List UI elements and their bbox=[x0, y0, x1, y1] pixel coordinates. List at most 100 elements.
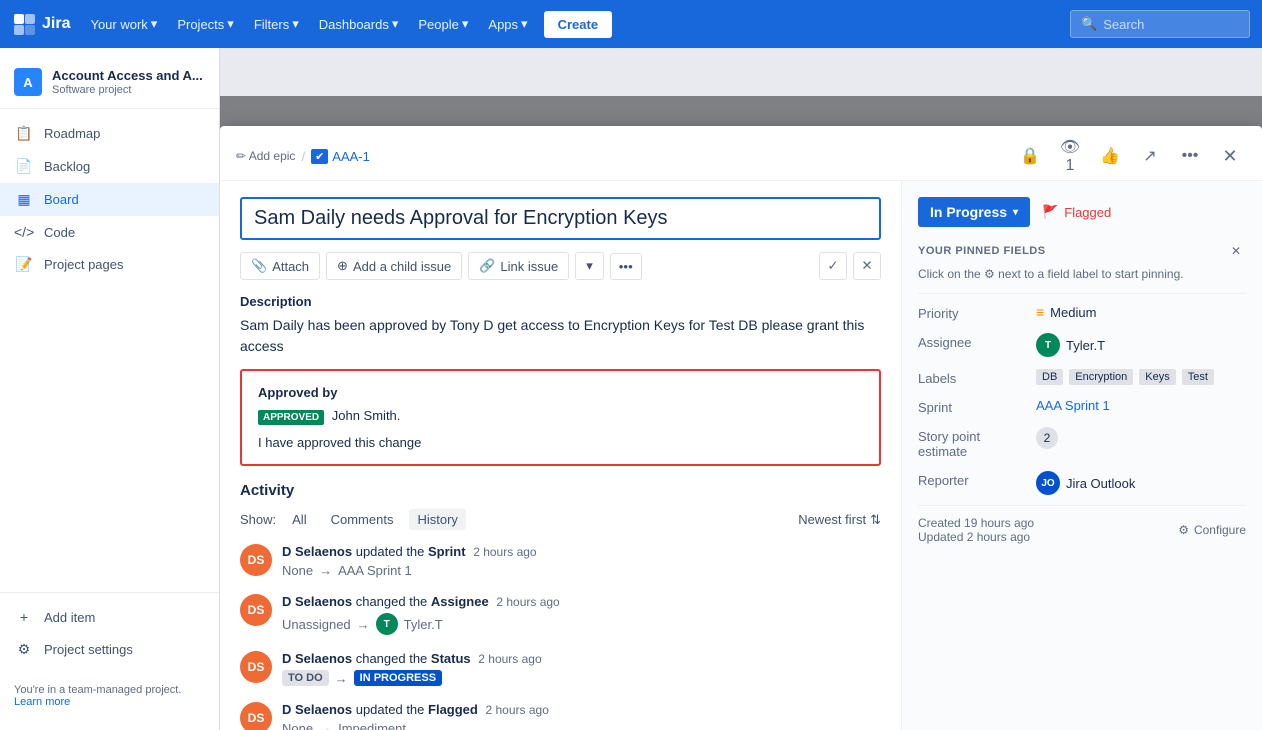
modal-body: 📎 Attach ⊕ Add a child issue 🔗 Link issu… bbox=[220, 181, 1262, 730]
activity-item: DS D Selaenos changed the Status 2 hours… bbox=[240, 651, 881, 686]
configure-button[interactable]: ⚙ Configure bbox=[1178, 523, 1246, 537]
pinned-fields-hint: Click on the ⚙ next to a field label to … bbox=[918, 267, 1246, 281]
labels-value: DB Encryption Keys Test bbox=[1036, 369, 1246, 385]
activity-content: D Selaenos changed the Assignee 2 hours … bbox=[282, 594, 881, 635]
activity-detail: TO DO → IN PROGRESS bbox=[282, 670, 881, 686]
field-row-reporter: Reporter JO Jira Outlook bbox=[918, 465, 1246, 501]
avatar: DS bbox=[240, 651, 272, 683]
updated-text: Updated 2 hours ago bbox=[918, 530, 1034, 544]
nav-apps[interactable]: Apps ▾ bbox=[480, 10, 535, 38]
sprint-value[interactable]: AAA Sprint 1 bbox=[1036, 398, 1246, 413]
roadmap-icon: 📋 bbox=[14, 125, 34, 142]
breadcrumb: ✏ Add epic / ✔ AAA-1 bbox=[236, 149, 1006, 164]
nav-projects[interactable]: Projects ▾ bbox=[169, 10, 242, 38]
nav-dashboards[interactable]: Dashboards ▾ bbox=[311, 10, 407, 38]
approved-box: Approved by APPROVED John Smith. I have … bbox=[240, 369, 881, 466]
label-keys[interactable]: Keys bbox=[1139, 369, 1175, 385]
more-toolbar-button[interactable]: ••• bbox=[610, 253, 642, 280]
avatar: DS bbox=[240, 544, 272, 576]
filter-all-button[interactable]: All bbox=[284, 509, 314, 530]
close-pinned-button[interactable]: ✕ bbox=[1226, 241, 1246, 261]
activity-sort[interactable]: Newest first ⇅ bbox=[798, 512, 881, 528]
sidebar-bottom: + Add item ⚙ Project settings bbox=[0, 592, 219, 674]
approved-person: APPROVED John Smith. bbox=[258, 408, 863, 425]
learn-more-link[interactable]: Learn more bbox=[14, 696, 70, 708]
link-icon: 🔗 bbox=[479, 258, 495, 274]
activity-item: DS D Selaenos updated the Sprint 2 hours… bbox=[240, 544, 881, 578]
filter-history-button[interactable]: History bbox=[409, 509, 465, 530]
story-points-value[interactable]: 2 bbox=[1036, 427, 1246, 449]
sidebar-item-project-settings[interactable]: ⚙ Project settings bbox=[0, 633, 219, 666]
close-button[interactable]: ✕ bbox=[1214, 140, 1246, 172]
labels-label: Labels bbox=[918, 369, 1028, 386]
status-tag-inprogress: IN PROGRESS bbox=[354, 670, 442, 686]
approved-title: Approved by bbox=[258, 385, 863, 400]
assignee-value[interactable]: T Tyler.T bbox=[1036, 333, 1246, 357]
add-child-issue-button[interactable]: ⊕ Add a child issue bbox=[326, 252, 462, 280]
search-bar[interactable]: 🔍 Search bbox=[1070, 10, 1250, 38]
toolbar-cancel-button[interactable]: ✕ bbox=[853, 252, 881, 280]
link-issue-button[interactable]: 🔗 Link issue bbox=[468, 252, 569, 280]
sprint-label: Sprint bbox=[918, 398, 1028, 415]
priority-value[interactable]: ≡ Medium bbox=[1036, 304, 1246, 320]
label-encryption[interactable]: Encryption bbox=[1069, 369, 1133, 385]
watch-button[interactable]: 👁 1 bbox=[1054, 140, 1086, 172]
reporter-label: Reporter bbox=[918, 471, 1028, 488]
modal-header-actions: 🔒 👁 1 👍 ↗ ••• ✕ bbox=[1014, 140, 1246, 172]
status-button[interactable]: In Progress ▾ bbox=[918, 197, 1030, 227]
sort-icon: ⇅ bbox=[870, 512, 881, 528]
avatar: DS bbox=[240, 702, 272, 730]
activity-content: D Selaenos changed the Status 2 hours ag… bbox=[282, 651, 881, 686]
more-actions-button[interactable]: ••• bbox=[1174, 140, 1206, 172]
field-row-labels: Labels DB Encryption Keys Test bbox=[918, 363, 1246, 392]
confirm-button[interactable]: ✓ bbox=[819, 252, 847, 280]
issue-title-input[interactable] bbox=[240, 197, 881, 240]
description-text: Sam Daily has been approved by Tony D ge… bbox=[240, 315, 881, 357]
lock-button[interactable]: 🔒 bbox=[1014, 140, 1046, 172]
sidebar-item-project-pages[interactable]: 📝 Project pages bbox=[0, 248, 219, 281]
attach-button[interactable]: 📎 Attach bbox=[240, 252, 320, 280]
approved-badge: APPROVED bbox=[258, 410, 324, 425]
flag-icon: 🚩 bbox=[1042, 204, 1058, 220]
sidebar-footer: You're in a team-managed project. Learn … bbox=[0, 674, 219, 718]
label-db[interactable]: DB bbox=[1036, 369, 1063, 385]
sidebar-item-backlog[interactable]: 📄 Backlog bbox=[0, 150, 219, 183]
more-toolbar-dropdown[interactable]: ▾ bbox=[575, 252, 604, 280]
share-button[interactable]: ↗ bbox=[1134, 140, 1166, 172]
attach-icon: 📎 bbox=[251, 258, 267, 274]
nav-your-work[interactable]: Your work ▾ bbox=[82, 10, 165, 38]
activity-content: D Selaenos updated the Sprint 2 hours ag… bbox=[282, 544, 881, 578]
sidebar-project[interactable]: A Account Access and A... Software proje… bbox=[0, 60, 219, 109]
project-type: Software project bbox=[52, 84, 203, 96]
sidebar-item-add-item[interactable]: + Add item bbox=[0, 601, 219, 633]
project-info: Account Access and A... Software project bbox=[52, 68, 203, 96]
label-test[interactable]: Test bbox=[1182, 369, 1214, 385]
sidebar-item-roadmap[interactable]: 📋 Roadmap bbox=[0, 117, 219, 150]
field-row-assignee: Assignee T Tyler.T bbox=[918, 327, 1246, 363]
reporter-avatar: JO bbox=[1036, 471, 1060, 495]
field-row-story-points: Story point estimate 2 bbox=[918, 421, 1246, 465]
main-layout: A Account Access and A... Software proje… bbox=[0, 48, 1262, 730]
nav-filters[interactable]: Filters ▾ bbox=[246, 10, 307, 38]
reporter-value[interactable]: JO Jira Outlook bbox=[1036, 471, 1246, 495]
breadcrumb-separator: / bbox=[301, 149, 305, 164]
priority-label: Priority bbox=[918, 304, 1028, 321]
breadcrumb-edit[interactable]: ✏ Add epic bbox=[236, 149, 295, 163]
content-area: ✏ Add epic / ✔ AAA-1 🔒 👁 1 👍 ↗ ••• ✕ bbox=[220, 48, 1262, 730]
pinned-fields-label: YOUR PINNED FIELDS bbox=[918, 245, 1046, 257]
filter-comments-button[interactable]: Comments bbox=[323, 509, 402, 530]
flagged-area: 🚩 Flagged bbox=[1042, 204, 1111, 220]
pinned-fields-header: YOUR PINNED FIELDS ✕ bbox=[918, 241, 1246, 261]
breadcrumb-issue[interactable]: ✔ AAA-1 bbox=[311, 149, 370, 164]
field-row-sprint: Sprint AAA Sprint 1 bbox=[918, 392, 1246, 421]
create-button[interactable]: Create bbox=[544, 11, 612, 38]
sidebar-item-board[interactable]: ▦ Board bbox=[0, 183, 219, 216]
priority-icon: ≡ bbox=[1036, 304, 1044, 320]
backlog-icon: 📄 bbox=[14, 158, 34, 175]
like-button[interactable]: 👍 bbox=[1094, 140, 1126, 172]
activity-detail: None → AAA Sprint 1 bbox=[282, 563, 881, 578]
nav-people[interactable]: People ▾ bbox=[410, 10, 476, 38]
activity-content: D Selaenos updated the Flagged 2 hours a… bbox=[282, 702, 881, 730]
sidebar-item-code[interactable]: </> Code bbox=[0, 216, 219, 248]
jira-logo[interactable]: Jira bbox=[12, 12, 70, 36]
